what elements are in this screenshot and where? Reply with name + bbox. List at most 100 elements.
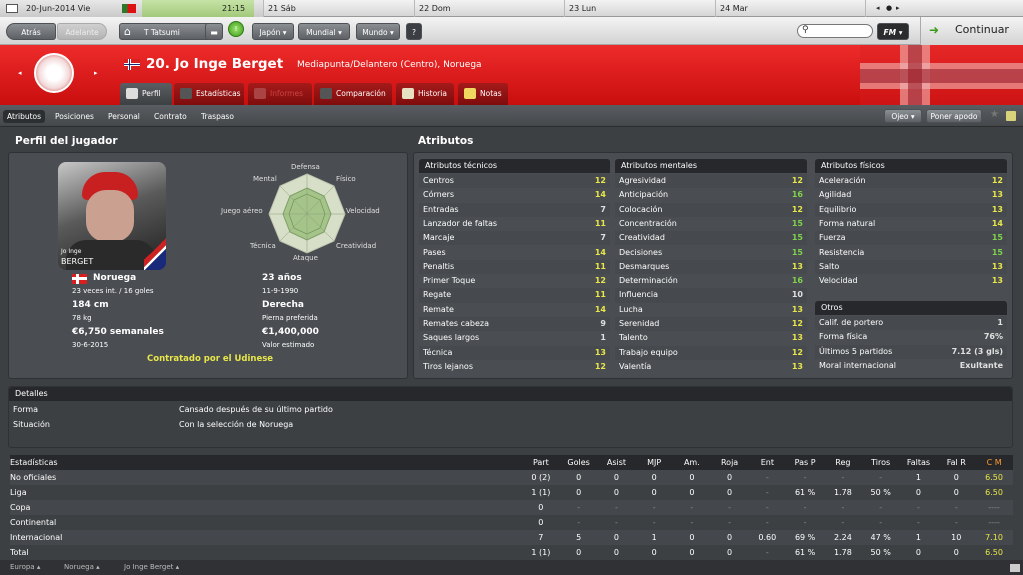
mundial-dropdown[interactable]: Mundial ▾ — [298, 23, 350, 40]
tab-historia[interactable]: Historia — [396, 83, 454, 105]
tab-estadisticas[interactable]: Estadísticas — [174, 83, 244, 105]
stats-header-cell[interactable]: Fal R — [937, 455, 975, 470]
attribute-row[interactable]: Talento 13 — [615, 331, 807, 345]
forward-button[interactable]: Adelante — [57, 23, 107, 40]
league-dropdown[interactable]: Japón ▾ — [252, 23, 294, 40]
attribute-row[interactable]: Equilibrio 13 — [815, 202, 1007, 217]
attribute-row[interactable]: Centros 12 — [419, 174, 610, 189]
day-24[interactable]: 24 Mar — [716, 0, 866, 17]
edit-icon[interactable] — [1006, 111, 1016, 121]
attribute-row[interactable]: Colocación 12 — [615, 202, 807, 217]
stats-header-cell[interactable]: Pas P — [786, 455, 824, 470]
attribute-row[interactable]: Trabajo equipo 12 — [615, 345, 807, 360]
stats-header-cell[interactable]: Roja — [711, 455, 749, 470]
attribute-row[interactable]: Marcaje 7 — [419, 231, 610, 246]
attribute-row[interactable]: Tiros lejanos 12 — [419, 360, 610, 374]
attribute-row[interactable]: Regate 11 — [419, 288, 610, 303]
nickname-button[interactable]: Poner apodo — [926, 109, 982, 123]
attribute-row[interactable]: Creatividad 15 — [615, 231, 807, 246]
attribute-row[interactable]: Anticipación 16 — [615, 188, 807, 202]
dot-icon[interactable]: ● — [886, 0, 892, 17]
fm-menu-button[interactable]: FM ▾ — [877, 23, 909, 40]
attribute-row[interactable]: Últimos 5 partidos 7.12 (3 gls) — [815, 344, 1007, 359]
inbox-icon[interactable]: ▬ — [205, 23, 223, 40]
breadcrumb-europa[interactable]: Europa ▴ — [10, 560, 40, 575]
tab-comparacion[interactable]: Comparación — [314, 83, 392, 105]
subnav-traspaso[interactable]: Traspaso — [197, 110, 238, 123]
attribute-row[interactable]: Córners 14 — [419, 188, 610, 202]
stats-header-cell[interactable]: Am. — [673, 455, 711, 470]
subnav-contrato[interactable]: Contrato — [150, 110, 191, 123]
attribute-row[interactable]: Entradas 7 — [419, 202, 610, 217]
attribute-row[interactable]: Calif. de portero 1 — [815, 316, 1007, 331]
attribute-row[interactable]: Agresividad 12 — [615, 174, 807, 189]
attribute-row[interactable]: Forma física 76% — [815, 330, 1007, 344]
stats-row[interactable]: Internacional 7 5 0 1 0 0 0.60 69 % 2.24 47 % 1 10 7.… — [10, 530, 1013, 545]
prev-player-icon[interactable]: ◂ — [18, 69, 22, 77]
stats-row[interactable]: Liga 1 (1) 0 0 0 0 0 - 61 % 1.78 50 % 0 0 6.50 — [10, 485, 1013, 500]
current-date[interactable]: 20-Jun-2014 Vie 21:15 — [0, 0, 264, 17]
next-player-icon[interactable]: ▸ — [94, 69, 98, 77]
tab-perfil[interactable]: Perfil — [120, 83, 172, 105]
attribute-row[interactable]: Técnica 13 — [419, 345, 610, 360]
tab-notas[interactable]: Notas — [458, 83, 508, 105]
mundo-dropdown[interactable]: Mundo ▾ — [356, 23, 400, 40]
attribute-row[interactable]: Valentía 13 — [615, 360, 807, 374]
prev-icon[interactable]: ◂ — [876, 0, 880, 17]
subnav-atributos[interactable]: Atributos — [3, 110, 46, 123]
help-button[interactable]: ? — [406, 23, 422, 40]
stats-header-cell[interactable]: Tiros — [862, 455, 900, 470]
stats-header-cell[interactable]: Asist — [598, 455, 636, 470]
stats-header-cell[interactable]: C M — [975, 455, 1013, 470]
attribute-row[interactable]: Forma natural 14 — [815, 217, 1007, 231]
attribute-row[interactable]: Determinación 16 — [615, 274, 807, 288]
star-icon[interactable]: ★ — [990, 109, 999, 120]
attribute-row[interactable]: Salto 13 — [815, 259, 1007, 275]
continue-button[interactable]: ➜ Continuar — [920, 17, 1023, 45]
search-input[interactable]: ⚲ — [797, 24, 873, 38]
contract-status[interactable]: Contratado por el Udinese — [147, 354, 273, 364]
attribute-row[interactable]: Resistencia 15 — [815, 246, 1007, 260]
stats-header-cell[interactable]: Part — [522, 455, 560, 470]
day-22[interactable]: 22 Dom — [415, 0, 565, 17]
nationality[interactable]: Noruega — [93, 273, 136, 283]
tab-informes[interactable]: Informes — [248, 83, 312, 105]
breadcrumb-player[interactable]: Jo Inge Berget ▴ — [124, 560, 179, 575]
calendar-controls[interactable]: ◂ ● ▸ — [866, 0, 1023, 17]
back-button[interactable]: Atrás — [6, 23, 56, 40]
attribute-row[interactable]: Remates cabeza 9 — [419, 317, 610, 332]
attribute-row[interactable]: Moral internacional Exultante — [815, 359, 1007, 373]
resize-icon[interactable] — [1010, 564, 1020, 572]
attribute-row[interactable]: Lucha 13 — [615, 303, 807, 317]
attribute-row[interactable]: Remate 14 — [419, 303, 610, 317]
attribute-row[interactable]: Saques largos 1 — [419, 331, 610, 345]
stats-row[interactable]: Continental 0- - - - - - - - - - - ---- — [10, 515, 1013, 530]
day-21[interactable]: 21 Sáb — [264, 0, 415, 17]
stats-header-cell[interactable]: Goles — [560, 455, 598, 470]
manager-button[interactable]: ⌂ T Tatsumi — [119, 23, 217, 40]
subnav-posiciones[interactable]: Posiciones — [51, 110, 98, 123]
attribute-row[interactable]: Aceleración 12 — [815, 174, 1007, 189]
stats-header-cell[interactable]: Ent — [748, 455, 786, 470]
day-23[interactable]: 23 Lun — [565, 0, 716, 17]
stats-header-cell[interactable]: Estadísticas — [10, 455, 522, 470]
stats-row[interactable]: No oficiales 0 (2) 0 0 0 0 0 - - - - 1 0 6.50 — [10, 470, 1013, 485]
attribute-row[interactable]: Lanzador de faltas 11 — [419, 217, 610, 231]
attribute-row[interactable]: Fuerza 15 — [815, 231, 1007, 246]
attribute-row[interactable]: Desmarques 13 — [615, 259, 807, 275]
attribute-row[interactable]: Penaltis 11 — [419, 259, 610, 275]
stats-row[interactable]: Copa 0- - - - - - - - - - - ---- — [10, 500, 1013, 515]
subnav-personal[interactable]: Personal — [104, 110, 144, 123]
ojeo-dropdown[interactable]: Ojeo ▾ — [884, 109, 922, 123]
stats-header-cell[interactable]: Reg — [824, 455, 862, 470]
stats-header-cell[interactable]: Faltas — [900, 455, 938, 470]
attribute-row[interactable]: Agilidad 13 — [815, 188, 1007, 202]
attribute-row[interactable]: Influencia 10 — [615, 288, 807, 303]
attribute-row[interactable]: Serenidad 12 — [615, 317, 807, 332]
next-icon[interactable]: ▸ — [896, 0, 900, 17]
attribute-row[interactable]: Primer Toque 12 — [419, 274, 610, 288]
stats-row[interactable]: Total 1 (1) 0 0 0 0 0 - 61 % 1.78 50 % 0 0 6.50 — [10, 545, 1013, 560]
attribute-row[interactable]: Pases 14 — [419, 246, 610, 260]
notification-icon[interactable]: ! — [228, 21, 244, 37]
stats-header-cell[interactable]: MJP — [635, 455, 673, 470]
